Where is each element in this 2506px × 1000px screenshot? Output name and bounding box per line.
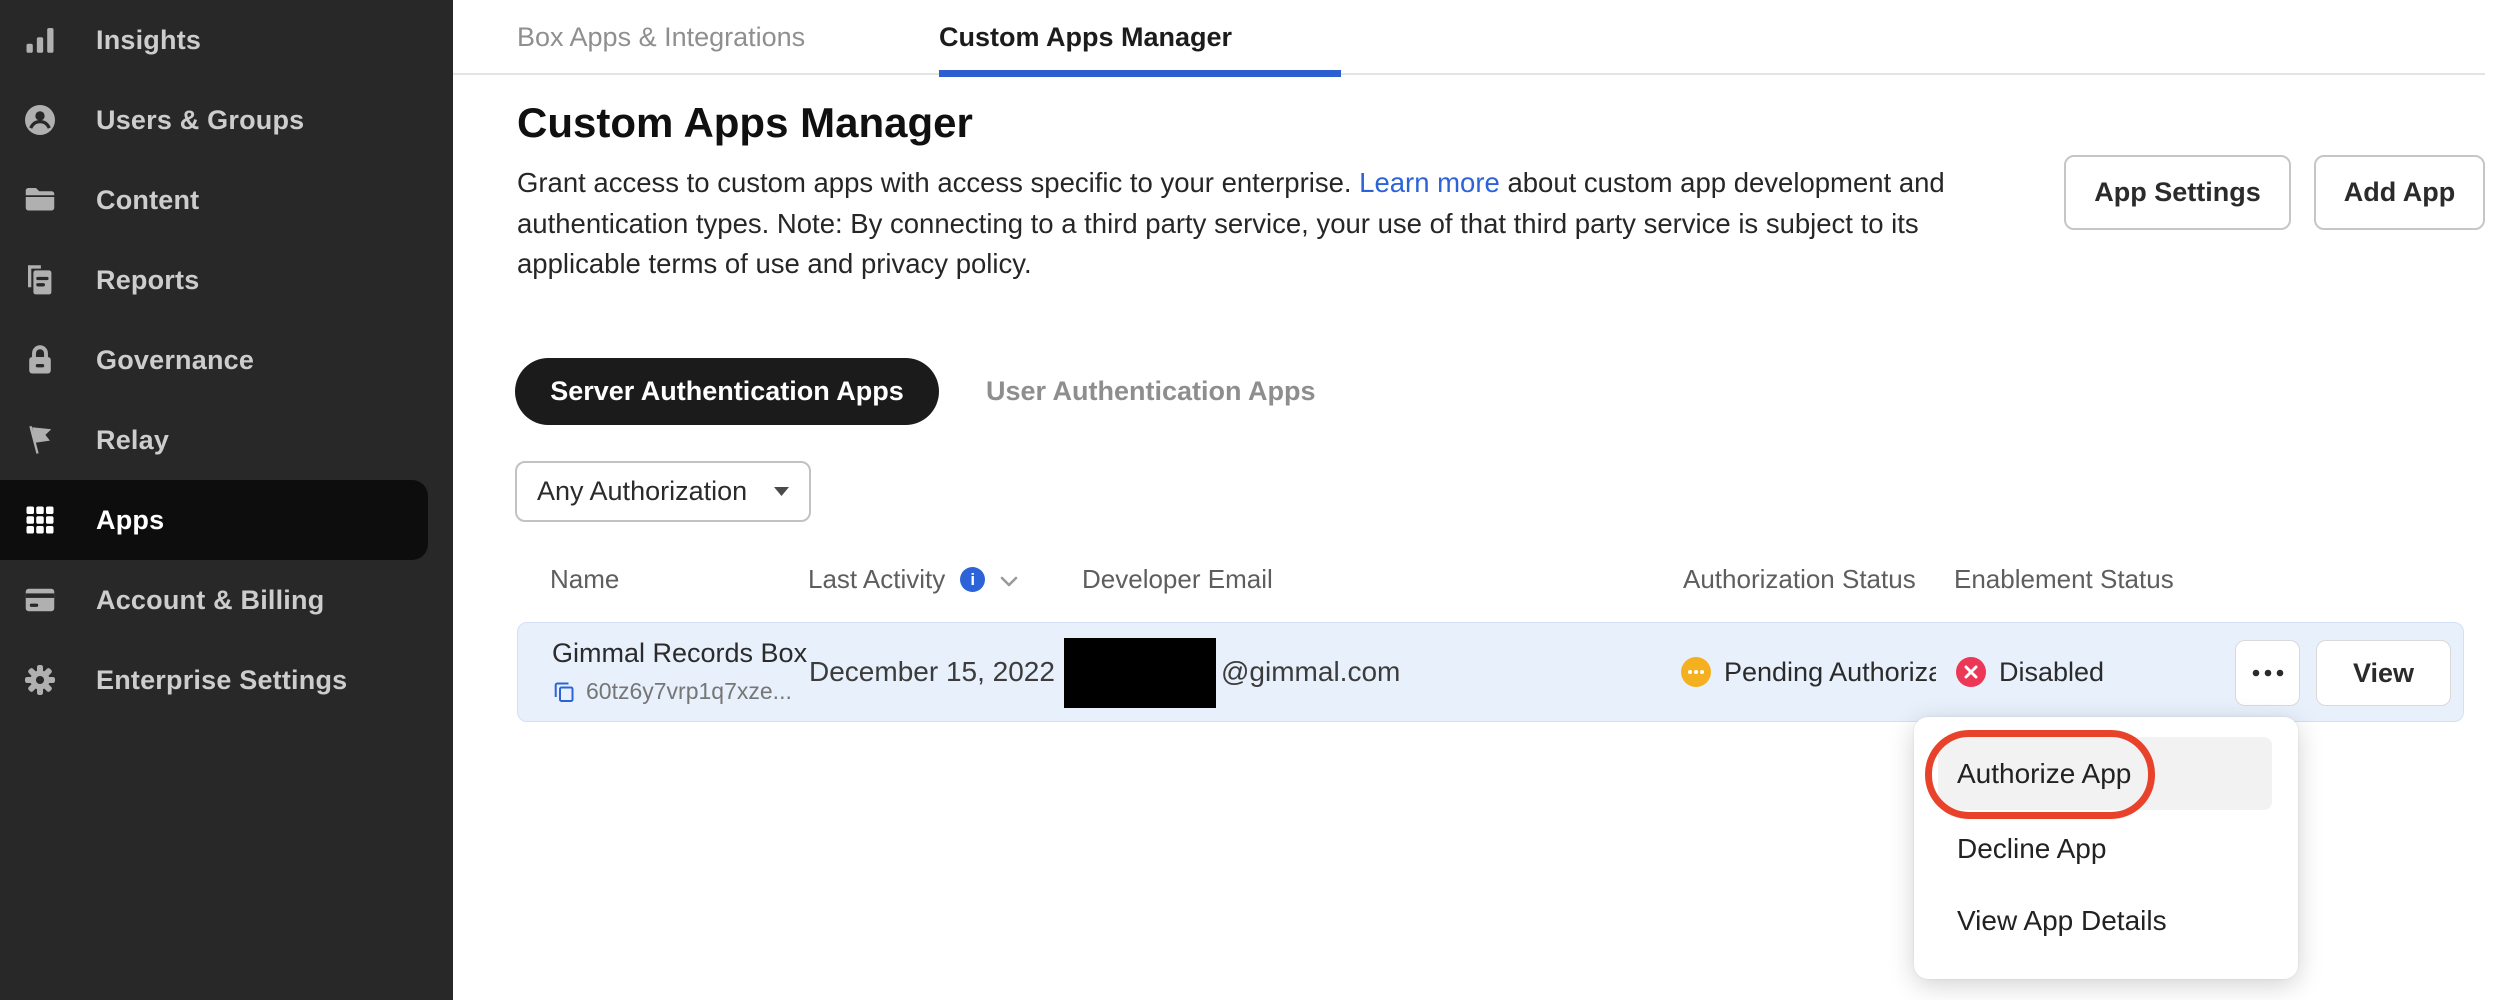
column-header-name: Name [550,564,619,595]
sidebar-item-label: Account & Billing [96,585,324,616]
bar-chart-icon [22,22,58,58]
sidebar-item-label: Insights [96,25,201,56]
info-icon[interactable]: i [960,567,985,592]
active-tab-underline [939,70,1341,77]
admin-console-page: Insights Users & Groups Content Reports [0,0,2506,1000]
relay-flag-icon [22,422,58,458]
sidebar-item-label: Users & Groups [96,105,304,136]
tab-bar: Box Apps & Integrations Custom Apps Mana… [453,0,2485,75]
user-circle-icon [22,102,58,138]
ellipsis-icon [2251,664,2285,682]
sidebar-item-apps[interactable]: Apps [0,480,428,560]
more-options-button[interactable] [2235,640,2300,706]
authorization-status-text: Pending Authorization [1724,657,1936,688]
tab-box-apps-integrations[interactable]: Box Apps & Integrations [517,22,805,53]
server-authentication-apps-toggle[interactable]: Server Authentication Apps [515,358,939,425]
column-header-enablement-status: Enablement Status [1954,564,2174,595]
redacted-email-local-part [1064,638,1216,708]
authorization-filter-value: Any Authorization [537,476,747,507]
authorization-status-cell: Pending Authorization [1681,623,1936,721]
pending-status-icon [1681,657,1711,687]
menu-item-authorize-app[interactable]: Authorize App [1938,737,2272,810]
page-description: Grant access to custom apps with access … [517,163,1987,285]
app-name-cell: Gimmal Records Box 60tz6y7vrp1q7xze... [552,638,807,705]
caret-down-icon [774,487,789,496]
report-document-icon [22,262,58,298]
sidebar-item-users-groups[interactable]: Users & Groups [0,80,453,160]
description-text: Grant access to custom apps with access … [517,167,1359,198]
app-settings-button[interactable]: App Settings [2064,155,2291,230]
tab-custom-apps-manager[interactable]: Custom Apps Manager [939,22,1232,53]
app-id: 60tz6y7vrp1q7xze... [586,678,792,705]
sidebar-item-relay[interactable]: Relay [0,400,453,480]
enablement-status-text: Disabled [1999,657,2104,688]
folder-icon [22,182,58,218]
sidebar: Insights Users & Groups Content Reports [0,0,453,1000]
sidebar-item-label: Governance [96,345,254,376]
sidebar-item-content[interactable]: Content [0,160,453,240]
add-app-button[interactable]: Add App [2314,155,2485,230]
sidebar-item-insights[interactable]: Insights [0,0,453,80]
view-button[interactable]: View [2316,640,2451,706]
table-row[interactable]: Gimmal Records Box 60tz6y7vrp1q7xze... D… [517,622,2464,722]
learn-more-link[interactable]: Learn more [1359,167,1500,198]
sidebar-item-label: Relay [96,425,169,456]
last-activity-cell: December 15, 2022 [809,623,1055,721]
sidebar-item-label: Enterprise Settings [96,665,347,696]
column-header-label: Last Activity [808,564,945,595]
developer-email-domain: @gimmal.com [1221,623,1400,721]
sidebar-item-label: Content [96,185,199,216]
app-name: Gimmal Records Box [552,638,807,669]
sidebar-item-label: Apps [96,505,164,536]
column-header-developer-email: Developer Email [1082,564,1273,595]
sidebar-item-label: Reports [96,265,199,296]
sidebar-item-governance[interactable]: Governance [0,320,453,400]
enablement-status-cell: Disabled [1956,623,2104,721]
disabled-status-icon [1956,657,1986,687]
copy-icon[interactable] [552,680,576,704]
page-title: Custom Apps Manager [517,99,973,147]
column-header-authorization-status: Authorization Status [1683,564,1916,595]
row-actions-context-menu: Authorize App Decline App View App Detai… [1914,717,2298,979]
sidebar-item-enterprise-settings[interactable]: Enterprise Settings [0,640,453,720]
gear-icon [22,662,58,698]
main-content: Box Apps & Integrations Custom Apps Mana… [453,0,2506,1000]
menu-item-view-app-details[interactable]: View App Details [1938,884,2272,957]
authorization-filter-dropdown[interactable]: Any Authorization [515,461,811,522]
user-authentication-apps-toggle[interactable]: User Authentication Apps [986,358,1316,425]
credit-card-icon [22,582,58,618]
apps-grid-icon [22,502,58,538]
sidebar-item-account-billing[interactable]: Account & Billing [0,560,453,640]
sidebar-item-reports[interactable]: Reports [0,240,453,320]
table-header: Name Last Activity i Developer Email Aut… [453,558,2485,602]
lock-icon [22,342,58,378]
menu-item-decline-app[interactable]: Decline App [1938,812,2272,885]
column-header-last-activity[interactable]: Last Activity i [808,564,1018,595]
sort-chevron-down-icon[interactable] [1000,564,1018,595]
